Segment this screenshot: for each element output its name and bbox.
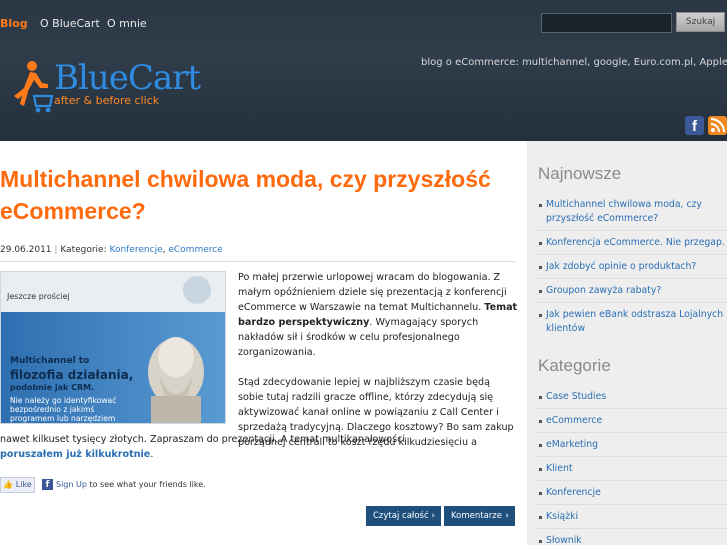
slide-line: podobnie jak CRM. bbox=[10, 383, 95, 392]
like-label: Like bbox=[15, 480, 32, 489]
read-more-label: Czytaj całość bbox=[373, 511, 429, 521]
rss-icon[interactable] bbox=[708, 116, 727, 135]
category-item[interactable]: Książki bbox=[538, 510, 727, 529]
signup-rest: to see what your friends like. bbox=[86, 480, 206, 489]
nav-blog[interactable]: Blog bbox=[0, 17, 28, 30]
chevron-right-icon: › bbox=[505, 511, 509, 521]
search-input[interactable] bbox=[541, 13, 672, 33]
brand-slogan: after & before click bbox=[54, 94, 160, 107]
latest-heading: Najnowsze bbox=[538, 164, 622, 183]
category-item[interactable]: eCommerce bbox=[538, 414, 727, 433]
bluecart-logo[interactable]: BlueCart after & before click bbox=[4, 58, 201, 118]
like-button[interactable]: 👍 Like bbox=[0, 477, 35, 493]
thumbs-up-icon: 👍 bbox=[3, 480, 14, 489]
slide-heading: Jeszcze prościej bbox=[7, 292, 70, 301]
post-meta: 29.06.2011 | Kategorie: Konferencje, eCo… bbox=[0, 245, 515, 262]
category-item[interactable]: Słownik bbox=[538, 534, 727, 545]
categories-label: Kategorie: bbox=[60, 245, 107, 255]
category-item[interactable]: Klient bbox=[538, 462, 727, 481]
latest-post-item[interactable]: Jak pewien eBank odstrasza Lojalnych kli… bbox=[538, 308, 727, 340]
post-title[interactable]: Multichannel chwilowa moda, czy przyszło… bbox=[0, 163, 520, 227]
shopping-runner-icon bbox=[14, 61, 54, 113]
post-body-continued: nawet kilkuset tysięcy złotych. Zaprasza… bbox=[0, 432, 515, 462]
site-header: Blog O BlueCart O mnie Szukaj BlueCart a… bbox=[0, 0, 727, 141]
category-item[interactable]: Case Studies bbox=[538, 390, 727, 409]
category-item[interactable]: eMarketing bbox=[538, 438, 727, 457]
categories-list: Case Studies eCommerce eMarketing Klient… bbox=[538, 390, 727, 545]
comments-label: Komentarze bbox=[451, 511, 502, 521]
slide-line: Multichannel to bbox=[10, 356, 90, 366]
post-text: . bbox=[150, 449, 154, 460]
facebook-small-icon: f bbox=[42, 479, 53, 490]
brand-name: BlueCart bbox=[54, 58, 201, 98]
slide-line: filozofia działania, bbox=[10, 368, 134, 382]
category-item[interactable]: Konferencje bbox=[538, 486, 727, 505]
category-link-konferencje[interactable]: Konferencje bbox=[110, 245, 163, 255]
facebook-icon[interactable]: f bbox=[685, 116, 704, 135]
post-date: 29.06.2011 bbox=[0, 245, 52, 255]
slide-line: bezpośrednio z jakimś bbox=[10, 405, 95, 414]
post-inline-link[interactable]: poruszałem już kilkukrotnie bbox=[0, 449, 150, 460]
read-more-button[interactable]: Czytaj całość › bbox=[366, 506, 441, 526]
slide-line: programem lub narzędziem bbox=[10, 414, 116, 423]
post-body: Po małej przerwie urlopowej wracam do bl… bbox=[238, 270, 518, 450]
latest-post-item[interactable]: Multichannel chwilowa moda, czy przyszło… bbox=[538, 198, 727, 231]
latest-post-item[interactable]: Jak zdobyć opinie o produktach? bbox=[538, 260, 727, 279]
signup-link[interactable]: Sign Up bbox=[56, 480, 87, 489]
site-tagline: blog o eCommerce: multichannel, google, … bbox=[421, 57, 727, 68]
categories-heading: Kategorie bbox=[538, 356, 611, 375]
chevron-right-icon: › bbox=[431, 511, 435, 521]
latest-posts-list: Multichannel chwilowa moda, czy przyszło… bbox=[538, 198, 727, 345]
slide-line: Nie należy go identyfikować bbox=[10, 396, 117, 405]
signup-text: Sign Up to see what your friends like. bbox=[56, 480, 206, 489]
sidebar: Najnowsze Multichannel chwilowa moda, cz… bbox=[527, 141, 727, 545]
search-button[interactable]: Szukaj bbox=[676, 12, 725, 32]
comments-button[interactable]: Komentarze › bbox=[444, 506, 515, 526]
facebook-like-widget: 👍 Like f Sign Up to see what your friend… bbox=[0, 477, 300, 495]
presentation-slide-image[interactable]: Jeszcze prościej Multichannel to filozof… bbox=[0, 271, 226, 424]
category-link-ecommerce[interactable]: eCommerce bbox=[168, 245, 222, 255]
post-text: nawet kilkuset tysięcy złotych. Zaprasza… bbox=[0, 434, 406, 445]
latest-post-item[interactable]: Groupon zawyża rabaty? bbox=[538, 284, 727, 303]
post-text: Po małej przerwie urlopowej wracam do bl… bbox=[238, 272, 507, 313]
latest-post-item[interactable]: Konferencja eCommerce. Nie przegap. bbox=[538, 236, 727, 255]
main-content: Multichannel chwilowa moda, czy przyszło… bbox=[0, 141, 527, 545]
post-paragraph-1: Po małej przerwie urlopowej wracam do bl… bbox=[238, 270, 518, 360]
nav-o-mnie[interactable]: O mnie bbox=[107, 17, 147, 30]
nav-o-bluecart[interactable]: O BlueCart bbox=[40, 17, 100, 30]
top-navigation: Blog O BlueCart O mnie Szukaj bbox=[0, 0, 727, 46]
